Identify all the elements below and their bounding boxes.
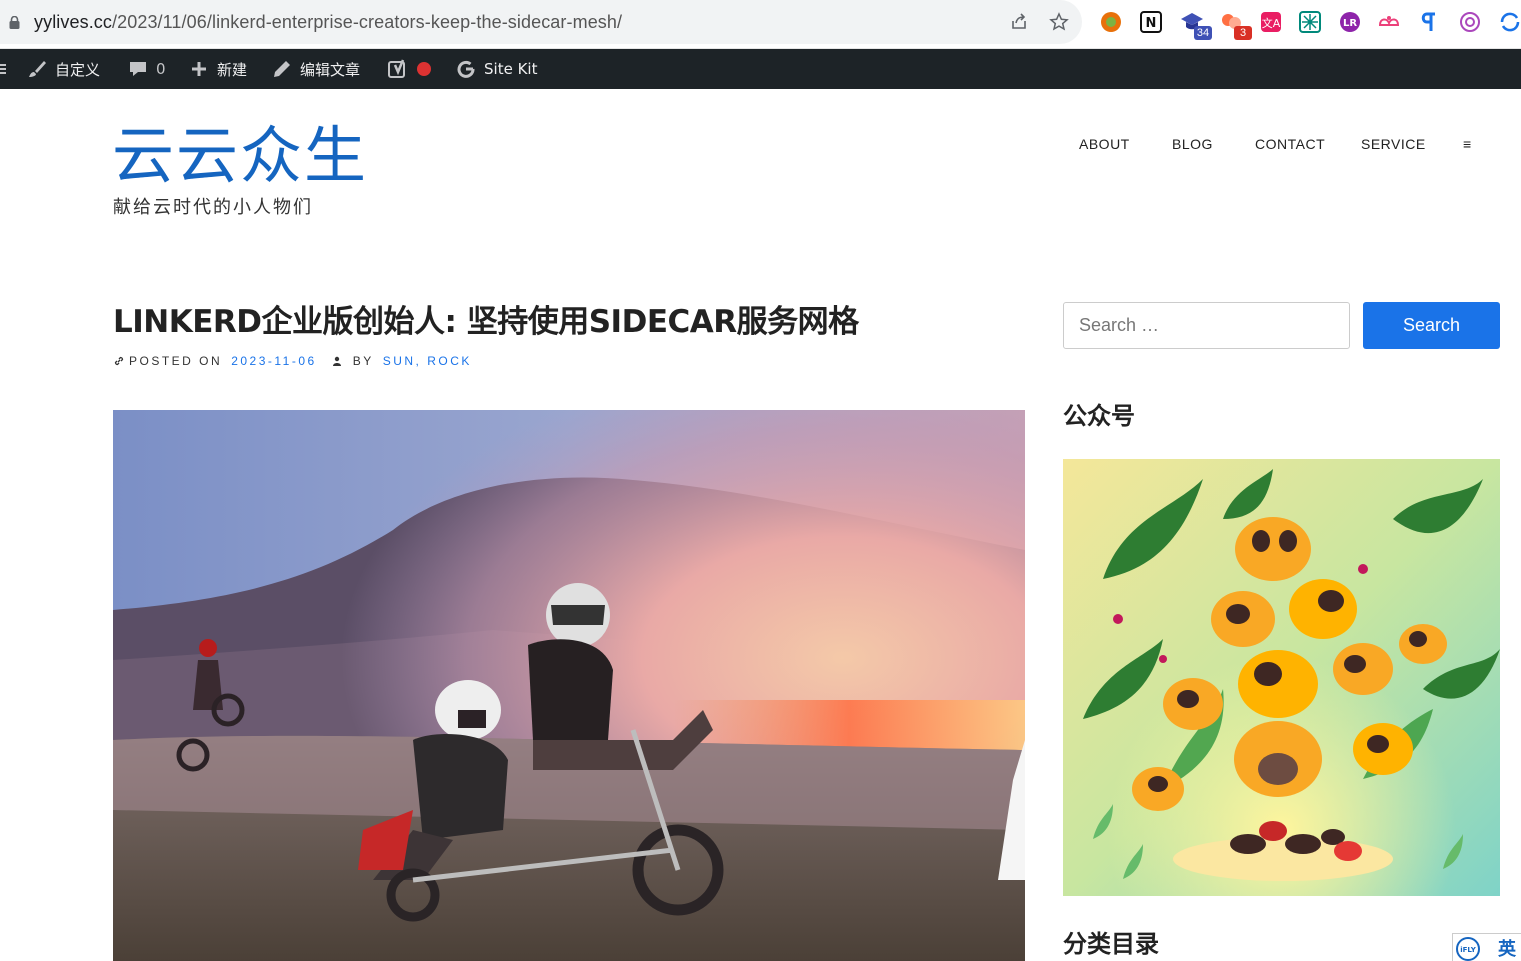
edit-post-label: 编辑文章 xyxy=(300,60,361,79)
pilcrow-extension-icon[interactable] xyxy=(1417,10,1441,34)
site-title[interactable]: 云云众生 xyxy=(112,120,368,192)
extension-badge: 34 xyxy=(1194,26,1212,40)
customize-label: 自定义 xyxy=(55,60,101,79)
url-domain: yylives.cc xyxy=(34,12,113,32)
link-icon xyxy=(114,356,124,366)
browser-toolbar: yylives.cc/2023/11/06/linkerd-enterprise… xyxy=(0,0,1521,49)
url-text[interactable]: yylives.cc/2023/11/06/linkerd-enterprise… xyxy=(34,12,622,33)
wp-admin-bar: 自定义 0 新建 编辑文章 Site Kit xyxy=(0,49,1521,89)
comments-link[interactable]: 0 xyxy=(128,49,166,89)
site-kit-label: Site Kit xyxy=(484,60,538,78)
user-icon xyxy=(332,356,341,366)
share-icon[interactable] xyxy=(1009,12,1029,32)
circle-extension-icon[interactable] xyxy=(1099,10,1123,34)
brush-icon xyxy=(29,61,46,77)
sync-extension-icon[interactable] xyxy=(1498,10,1521,34)
lock-icon[interactable] xyxy=(9,16,20,29)
graduation-cap-extension-icon[interactable]: 34 xyxy=(1180,10,1212,40)
yoast-seo-link[interactable] xyxy=(388,49,432,89)
grid-extension-icon[interactable] xyxy=(1298,10,1322,34)
notion-extension-icon[interactable]: N xyxy=(1139,10,1163,34)
flower-extension-icon[interactable]: 3 xyxy=(1220,10,1252,40)
url-path: /2023/11/06/linkerd-enterprise-creators-… xyxy=(112,12,623,32)
nav-item-contact[interactable]: CONTACT xyxy=(1255,136,1325,152)
comments-count: 0 xyxy=(156,60,166,78)
author-link[interactable]: SUN, ROCK xyxy=(383,354,472,368)
seo-status-dot-icon xyxy=(417,62,431,76)
comment-icon xyxy=(130,62,146,76)
extension-badge: 3 xyxy=(1234,26,1252,40)
google-g-icon xyxy=(457,60,475,78)
svg-text:N: N xyxy=(1146,16,1157,31)
translate-extension-icon[interactable]: 文A xyxy=(1259,10,1283,34)
categories-widget-title: 分类目录 xyxy=(1063,930,1159,958)
nav-item-blog[interactable]: BLOG xyxy=(1172,136,1213,152)
extensions-area: N 34 3 文A LR xyxy=(1096,10,1521,40)
post-title: LINKERD企业版创始人: 坚持使用SIDECAR服务网格 xyxy=(113,304,859,340)
edit-post-link[interactable]: 编辑文章 xyxy=(272,49,360,89)
pencil-icon xyxy=(274,61,290,77)
new-content-link[interactable]: 新建 xyxy=(189,49,247,89)
address-bar[interactable]: yylives.cc/2023/11/06/linkerd-enterprise… xyxy=(0,0,1082,44)
dashboard-menu-icon[interactable] xyxy=(0,49,8,89)
menu-toggle-icon[interactable]: ≡ xyxy=(1463,136,1472,152)
by-label: BY xyxy=(352,354,374,368)
main-navigation: ABOUT BLOG CONTACT SERVICE ≡ xyxy=(1079,136,1481,156)
search-button[interactable]: Search xyxy=(1363,302,1500,349)
openai-extension-icon[interactable] xyxy=(1458,10,1482,34)
nav-item-service[interactable]: SERVICE xyxy=(1361,136,1426,152)
bow-extension-icon[interactable] xyxy=(1377,10,1401,34)
plus-icon xyxy=(192,62,206,76)
purple-circle-extension-icon[interactable]: LR xyxy=(1338,10,1362,34)
svg-text:文A: 文A xyxy=(1262,16,1281,30)
wechat-widget-title: 公众号 xyxy=(1063,402,1135,430)
posted-on-label: POSTED ON xyxy=(129,354,223,368)
post-date-link[interactable]: 2023-11-06 xyxy=(231,354,317,368)
site-kit-link[interactable]: Site Kit xyxy=(456,49,537,89)
new-label: 新建 xyxy=(217,60,248,79)
wechat-qr-image[interactable] xyxy=(1063,459,1500,896)
star-icon[interactable] xyxy=(1049,12,1069,32)
post-meta: POSTED ON 2023-11-06 BY SUN, ROCK xyxy=(113,354,472,368)
site-tagline: 献给云时代的小人物们 xyxy=(113,197,313,218)
ifly-input-widget[interactable]: iFLY 英 xyxy=(1452,933,1521,961)
search-input[interactable] xyxy=(1063,302,1350,349)
ifly-logo-icon: iFLY xyxy=(1456,936,1480,961)
ime-language-label[interactable]: 英 xyxy=(1498,935,1516,961)
svg-text:iFLY: iFLY xyxy=(1460,946,1477,954)
featured-image xyxy=(113,410,1025,961)
yoast-icon xyxy=(388,59,405,78)
nav-item-about[interactable]: ABOUT xyxy=(1079,136,1130,152)
customize-link[interactable]: 自定义 xyxy=(27,49,100,89)
svg-text:LR: LR xyxy=(1343,18,1357,29)
